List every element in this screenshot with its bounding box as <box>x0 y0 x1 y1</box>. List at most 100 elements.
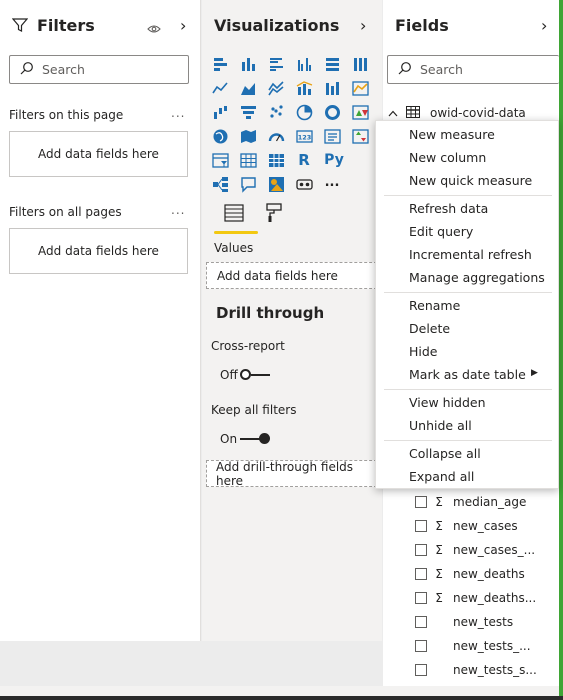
decomposition-tree-icon[interactable] <box>295 175 313 193</box>
key-influencers-icon[interactable] <box>211 175 229 193</box>
field-checkbox[interactable] <box>415 568 427 580</box>
collapse-fields-chevron-icon[interactable]: › <box>541 16 547 35</box>
arcgis-map-icon[interactable] <box>267 175 285 193</box>
card-icon[interactable]: 123 <box>295 127 313 145</box>
field-row[interactable]: new_tests_s... <box>415 660 537 680</box>
field-checkbox[interactable] <box>415 496 427 508</box>
field-checkbox[interactable] <box>415 520 427 532</box>
treemap-icon[interactable] <box>351 103 369 121</box>
values-label: Values <box>214 241 254 255</box>
more-options-icon[interactable]: ... <box>171 106 185 120</box>
menu-item-delete[interactable]: Delete <box>409 318 450 338</box>
scatter-chart-icon[interactable] <box>267 103 285 121</box>
menu-item-manage-aggregations[interactable]: Manage aggregations <box>409 267 545 287</box>
cross-report-toggle[interactable] <box>240 366 272 382</box>
field-checkbox[interactable] <box>415 616 427 628</box>
waterfall-chart-icon[interactable] <box>351 79 369 97</box>
filters-search-placeholder: Search <box>42 62 85 77</box>
keep-all-filters-toggle-track <box>240 438 260 440</box>
collapse-filters-chevron-icon[interactable]: › <box>180 16 186 35</box>
100-stacked-bar-chart-icon[interactable] <box>323 55 341 73</box>
clustered-column-chart-icon[interactable] <box>295 55 313 73</box>
field-name: new_tests_... <box>453 639 531 653</box>
page-filters-dropzone-text: Add data fields here <box>38 147 159 161</box>
filters-title: Filters <box>37 16 95 35</box>
drill-through-dropzone-text: Add drill-through fields here <box>216 459 354 488</box>
kpi-icon[interactable] <box>351 127 369 145</box>
field-checkbox[interactable] <box>415 640 427 652</box>
slicer-icon[interactable] <box>211 151 229 169</box>
field-checkbox[interactable] <box>415 664 427 676</box>
matrix-icon[interactable] <box>267 151 285 169</box>
pie-chart-icon[interactable] <box>295 103 313 121</box>
eye-icon[interactable] <box>147 20 161 39</box>
fields-search-placeholder: Search <box>420 62 463 77</box>
collapse-table-chevron-icon[interactable] <box>388 106 398 120</box>
table-visual-icon[interactable] <box>239 151 257 169</box>
menu-item-rename[interactable]: Rename <box>409 295 460 315</box>
funnel-chart-icon[interactable] <box>239 103 257 121</box>
menu-item-incremental-refresh[interactable]: Incremental refresh <box>409 244 532 264</box>
100-stacked-column-chart-icon[interactable] <box>351 55 369 73</box>
fields-tab-indicator <box>214 231 258 234</box>
python-visual-icon[interactable]: Py <box>323 151 345 169</box>
drill-through-dropzone[interactable]: Add drill-through fields here <box>206 459 382 488</box>
map-icon[interactable] <box>211 127 229 145</box>
stacked-column-chart-icon[interactable] <box>239 55 257 73</box>
field-checkbox[interactable] <box>415 544 427 556</box>
filters-on-this-page-label: Filters on this page <box>9 108 124 122</box>
menu-item-expand-all[interactable]: Expand all <box>409 466 474 486</box>
menu-item-unhide-all[interactable]: Unhide all <box>409 415 472 435</box>
format-paint-roller-icon[interactable] <box>262 203 286 223</box>
keep-all-filters-toggle[interactable] <box>240 430 272 446</box>
field-row[interactable]: Σnew_cases <box>415 516 518 536</box>
menu-item-hide[interactable]: Hide <box>409 341 438 361</box>
line-chart-icon[interactable] <box>211 79 229 97</box>
field-name: new_tests <box>453 615 514 629</box>
menu-item-edit-query[interactable]: Edit query <box>409 221 473 241</box>
field-row[interactable]: Σnew_deaths... <box>415 588 536 608</box>
menu-item-collapse-all[interactable]: Collapse all <box>409 443 481 463</box>
stacked-bar-chart-icon[interactable] <box>211 55 229 73</box>
menu-item-new-measure[interactable]: New measure <box>409 124 495 144</box>
cross-report-label: Cross-report <box>211 339 285 353</box>
stacked-area-chart-icon[interactable] <box>267 79 285 97</box>
waterfall-bars-icon[interactable] <box>211 103 229 121</box>
r-script-visual-icon[interactable]: R <box>295 151 313 169</box>
keep-all-filters-label: Keep all filters <box>211 403 297 417</box>
values-dropzone[interactable]: Add data fields here <box>206 262 382 289</box>
multi-row-card-icon[interactable] <box>323 127 341 145</box>
filters-on-all-pages-label: Filters on all pages <box>9 205 122 219</box>
line-and-column-chart-icon[interactable] <box>295 79 313 97</box>
menu-item-view-hidden[interactable]: View hidden <box>409 392 486 412</box>
fields-tab-icon[interactable] <box>222 203 246 223</box>
area-chart-icon[interactable] <box>239 79 257 97</box>
cross-report-state: Off <box>220 368 238 382</box>
field-row[interactable]: new_tests <box>415 612 513 632</box>
fields-search-input[interactable]: Search <box>387 55 559 84</box>
collapse-visualizations-chevron-icon[interactable]: › <box>360 16 366 35</box>
more-visuals-icon[interactable]: ... <box>323 173 341 191</box>
field-name: new_deaths <box>453 567 525 581</box>
more-options-icon[interactable]: ... <box>171 203 185 217</box>
page-filters-dropzone[interactable]: Add data fields here <box>9 131 188 177</box>
qa-visual-icon[interactable] <box>239 175 257 193</box>
ribbon-chart-icon[interactable] <box>323 79 341 97</box>
menu-item-new-column[interactable]: New column <box>409 147 486 167</box>
gauge-icon[interactable] <box>267 127 285 145</box>
field-name: new_cases_... <box>453 543 536 557</box>
donut-chart-icon[interactable] <box>323 103 341 121</box>
filters-search-input[interactable]: Search <box>9 55 189 84</box>
search-icon <box>398 61 412 78</box>
clustered-bar-chart-icon[interactable] <box>267 55 285 73</box>
menu-item-new-quick-measure[interactable]: New quick measure <box>409 170 532 190</box>
field-row[interactable]: Σmedian_age <box>415 492 526 512</box>
field-checkbox[interactable] <box>415 592 427 604</box>
menu-item-refresh-data[interactable]: Refresh data <box>409 198 488 218</box>
filled-map-icon[interactable] <box>239 127 257 145</box>
menu-item-mark-as-date-table[interactable]: Mark as date table <box>409 364 526 384</box>
field-row[interactable]: new_tests_... <box>415 636 531 656</box>
field-row[interactable]: Σnew_cases_... <box>415 540 535 560</box>
all-pages-filters-dropzone[interactable]: Add data fields here <box>9 228 188 274</box>
field-row[interactable]: Σnew_deaths <box>415 564 525 584</box>
